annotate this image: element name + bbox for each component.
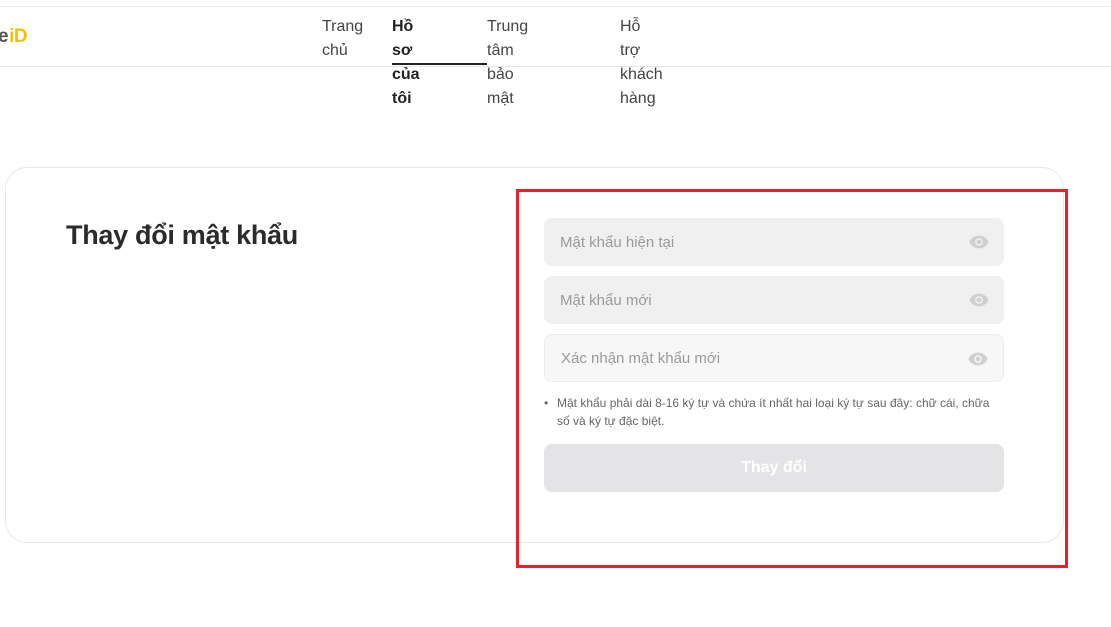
logo-brand: iD: [9, 26, 28, 47]
page-title: Thay đổi mật khẩu: [66, 220, 298, 250]
nav-item-home-line1: Trang: [322, 18, 364, 35]
nav-item-customer-support[interactable]: Hỗ trợ khách hàng: [620, 15, 663, 111]
nav-item-home[interactable]: Trang chủ: [322, 15, 363, 63]
header: eiD Trang chủ Hồ sơ của tôi Trung tâm bả…: [0, 7, 1111, 107]
nav-item-security-center[interactable]: Trung tâm bảo mật: [487, 15, 528, 111]
logo[interactable]: eiD: [0, 26, 28, 48]
nav-item-my-profile-line2: tôi: [392, 90, 412, 107]
active-tab-underline: [392, 63, 487, 65]
highlight-box: [516, 189, 1068, 568]
nav-item-home-line2: chủ: [322, 42, 348, 59]
nav-item-security-center-line2: mật: [487, 90, 514, 107]
logo-prefix: e: [0, 26, 9, 47]
nav-item-customer-support-line1: Hỗ trợ khách: [620, 18, 663, 83]
nav-item-my-profile-line1: Hồ sơ của: [392, 18, 420, 83]
nav-item-security-center-line1: Trung tâm bảo: [487, 18, 529, 83]
nav-item-customer-support-line2: hàng: [620, 90, 656, 107]
